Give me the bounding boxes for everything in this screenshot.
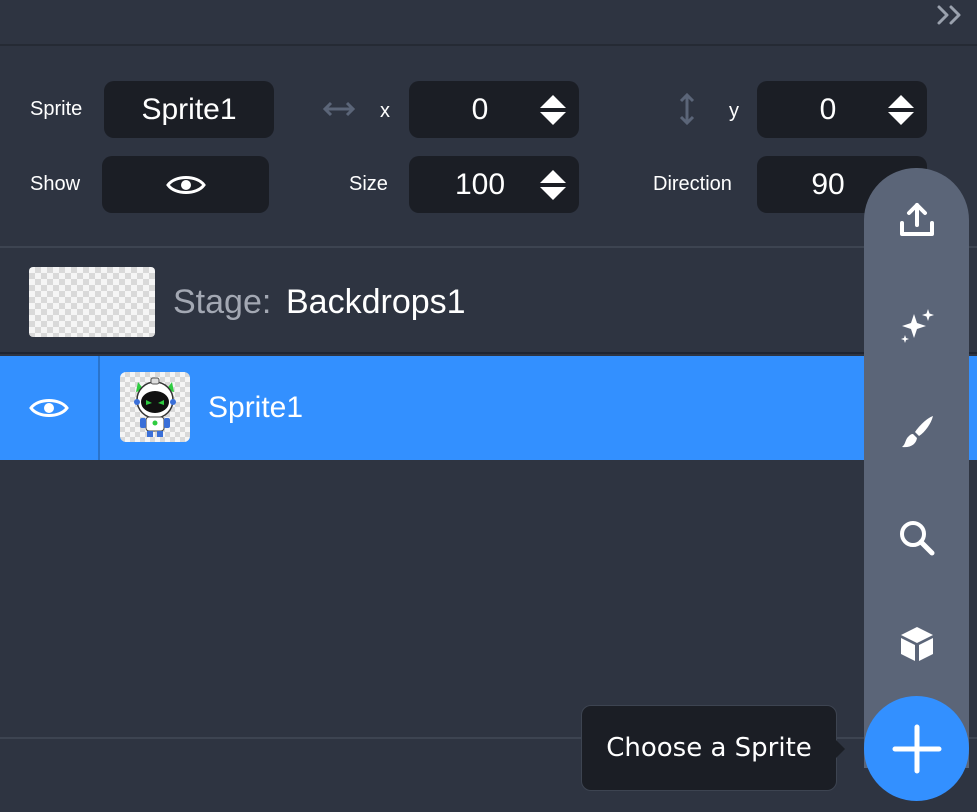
size-label: Size — [349, 173, 388, 195]
add-sprite-menu — [864, 168, 969, 768]
y-value: 0 — [819, 92, 837, 126]
stage-thumbnail — [29, 267, 155, 337]
paint-brush-icon — [901, 416, 933, 448]
top-bar — [0, 0, 977, 46]
double-chevron-right-icon — [937, 5, 961, 25]
upload-icon — [899, 203, 934, 236]
sprite-visibility-toggle[interactable] — [0, 356, 100, 460]
sprite-list-item-name: Sprite1 — [208, 391, 304, 424]
tooltip-arrow — [836, 740, 845, 758]
eye-icon — [29, 399, 69, 417]
plus-icon — [892, 724, 941, 773]
x-label: x — [380, 100, 390, 122]
size-input[interactable]: 100 — [409, 156, 579, 213]
sprite-list-item[interactable]: Sprite1 — [0, 356, 977, 460]
upload-sprite-button[interactable] — [864, 186, 969, 256]
search-icon — [899, 521, 934, 556]
y-stepper-icon[interactable] — [887, 93, 915, 127]
tooltip-text: Choose a Sprite — [606, 733, 812, 763]
stage-row[interactable]: Stage: Backdrops1 — [0, 250, 977, 354]
choose-sprite-button[interactable] — [864, 696, 969, 801]
sprite-thumbnail — [120, 372, 190, 442]
sprite-name-value: Sprite1 — [141, 92, 237, 126]
sprite-library-button[interactable] — [864, 609, 969, 679]
x-stepper-icon[interactable] — [539, 93, 567, 127]
collapse-panel-button[interactable] — [935, 2, 965, 28]
choose-sprite-tooltip: Choose a Sprite — [581, 705, 845, 791]
backdrop-name: Backdrops1 — [286, 283, 466, 321]
eye-icon — [165, 175, 206, 194]
horizontal-arrows-icon — [322, 101, 356, 117]
x-input[interactable]: 0 — [409, 81, 579, 138]
y-input[interactable]: 0 — [757, 81, 927, 138]
size-value: 100 — [454, 167, 506, 201]
surprise-sprite-button[interactable] — [864, 291, 969, 361]
cube-icon — [900, 627, 933, 661]
y-label: y — [729, 100, 739, 122]
sprite-properties-panel: Sprite Sprite1 x 0 y 0 Show Size 100 Dir… — [0, 46, 977, 248]
x-value: 0 — [471, 92, 489, 126]
sparkle-icon — [900, 309, 934, 343]
show-toggle[interactable] — [102, 156, 269, 213]
search-sprite-button[interactable] — [864, 503, 969, 573]
sprite-name-field[interactable]: Sprite1 — [104, 81, 274, 138]
vertical-arrows-icon — [679, 92, 695, 126]
stage-label: Stage: — [173, 283, 272, 321]
sprite-name-label: Sprite — [30, 98, 83, 120]
robot-sprite-image — [134, 377, 176, 437]
paint-sprite-button[interactable] — [864, 397, 969, 467]
size-stepper-icon[interactable] — [539, 168, 567, 202]
show-label: Show — [30, 173, 81, 195]
direction-label: Direction — [653, 173, 732, 195]
